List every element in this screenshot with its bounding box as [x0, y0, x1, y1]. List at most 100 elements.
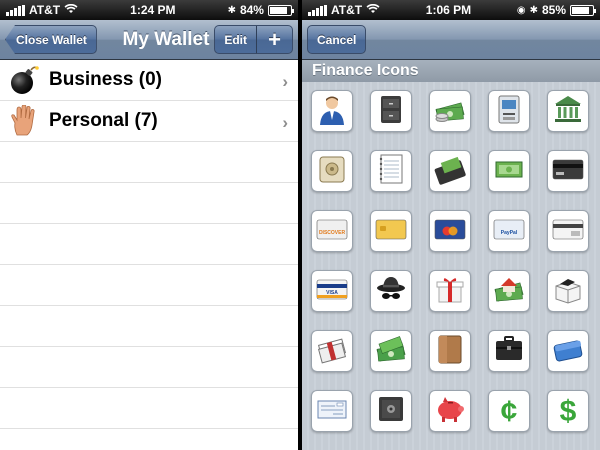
cash-bill-icon [492, 152, 526, 191]
clock: 1:06 PM [425, 3, 472, 17]
icon-tile[interactable]: PayPal [488, 210, 530, 252]
empty-row [0, 142, 298, 183]
briefcase-icon [492, 332, 526, 371]
icon-tile[interactable] [370, 390, 412, 432]
spy-hat-icon [374, 272, 408, 311]
businessman-icon [315, 92, 349, 131]
icon-tile[interactable] [547, 330, 589, 372]
credit-card-dark-icon [551, 152, 585, 191]
icon-tile[interactable] [488, 90, 530, 132]
svg-text:¢: ¢ [501, 395, 518, 426]
strongbox-icon [374, 392, 408, 431]
icon-tile[interactable] [429, 150, 471, 192]
blue-wallet-icon [551, 332, 585, 371]
icon-tile[interactable] [488, 270, 530, 312]
piggy-bank-icon [433, 392, 467, 431]
status-bar: AT&T 1:24 PM ✱ 84% [0, 0, 298, 20]
bank-icon [551, 92, 585, 131]
empty-row [0, 224, 298, 265]
open-box-icon [551, 272, 585, 311]
visa-card-icon: VISA [315, 272, 349, 311]
icon-tile[interactable] [488, 150, 530, 192]
icon-tile[interactable] [547, 150, 589, 192]
close-wallet-button[interactable]: Close Wallet [5, 25, 97, 54]
finance-icons-screen: AT&T 1:06 PM ◉ ✱ 85% Cancel Finance Icon… [302, 0, 600, 450]
gift-box-icon [433, 272, 467, 311]
cash-bundle-icon [315, 332, 349, 371]
category-list: Business (0) › Personal (7) › [0, 60, 298, 450]
empty-row [0, 388, 298, 429]
empty-row [0, 265, 298, 306]
svg-text:$: $ [560, 395, 577, 426]
list-item-label: Business (0) [49, 69, 162, 90]
icon-tile[interactable]: VISA [311, 270, 353, 312]
icon-tile[interactable] [429, 210, 471, 252]
icon-tile[interactable] [547, 90, 589, 132]
icon-tile[interactable] [429, 270, 471, 312]
add-button[interactable]: + [257, 25, 293, 54]
wifi-icon [366, 3, 380, 17]
list-item-personal[interactable]: Personal (7) › [0, 101, 298, 142]
carrier-label: AT&T [29, 3, 61, 17]
dollar-sign-icon: $ [551, 392, 585, 431]
icon-tile[interactable] [370, 210, 412, 252]
icon-tile[interactable]: $ [547, 390, 589, 432]
icon-tile[interactable] [429, 390, 471, 432]
cancel-button[interactable]: Cancel [307, 25, 367, 54]
money-coins-icon [433, 92, 467, 131]
carrier-label: AT&T [331, 3, 363, 17]
icon-tile[interactable] [429, 90, 471, 132]
card-reader-icon [551, 212, 585, 251]
icon-tile[interactable] [547, 210, 589, 252]
alarm-icon: ◉ [516, 4, 526, 16]
house-money-icon [492, 272, 526, 311]
wifi-icon [64, 3, 78, 17]
icon-tile[interactable] [370, 90, 412, 132]
safe-cabinet-icon [374, 92, 408, 131]
section-header: Finance Icons [302, 60, 600, 82]
icon-tile[interactable]: DISCOVER [311, 210, 353, 252]
check-icon [315, 392, 349, 431]
edit-add-segment: Edit + [214, 25, 293, 54]
ledger-icon [374, 152, 408, 191]
status-bar: AT&T 1:06 PM ◉ ✱ 85% [302, 0, 600, 20]
chevron-right-icon: › [282, 113, 288, 132]
vault-icon [315, 152, 349, 191]
chevron-right-icon: › [282, 72, 288, 91]
edit-button[interactable]: Edit [214, 25, 257, 54]
paypal-card-icon: PayPal [492, 212, 526, 251]
icon-tile[interactable]: ¢ [488, 390, 530, 432]
wallet-card-icon [433, 152, 467, 191]
icon-tile[interactable] [311, 390, 353, 432]
battery-icon [267, 4, 294, 16]
battery-percent: 84% [239, 3, 264, 17]
icon-tile[interactable] [547, 270, 589, 312]
icon-tile[interactable] [370, 150, 412, 192]
icon-tile[interactable] [370, 330, 412, 372]
icon-tile[interactable] [311, 150, 353, 192]
icon-tile[interactable] [311, 330, 353, 372]
list-item-business[interactable]: Business (0) › [0, 60, 298, 101]
hand-icon [8, 105, 40, 137]
svg-text:DISCOVER: DISCOVER [319, 230, 346, 236]
bluetooth-icon: ✱ [529, 4, 538, 16]
navigation-bar: Cancel [302, 20, 600, 60]
empty-row [0, 347, 298, 388]
icon-tile[interactable] [429, 330, 471, 372]
empty-row [0, 183, 298, 224]
svg-text:PayPal: PayPal [501, 230, 518, 236]
money-stack-icon [374, 332, 408, 371]
battery-icon [570, 4, 596, 16]
icon-grid: DISCOVER PayPal VISA ¢ $ [311, 90, 589, 432]
clock: 1:24 PM [130, 3, 176, 17]
mastercard-icon [433, 212, 467, 251]
empty-row [0, 429, 298, 450]
icon-tile[interactable] [311, 90, 353, 132]
my-wallet-screen: AT&T 1:24 PM ✱ 84% Close Wallet My Walle… [0, 0, 298, 450]
icon-tile[interactable] [370, 270, 412, 312]
icon-picker: DISCOVER PayPal VISA ¢ $ [302, 82, 600, 450]
signal-icon [6, 4, 25, 16]
icon-tile[interactable] [488, 330, 530, 372]
signal-icon [308, 4, 327, 16]
battery-percent: 85% [541, 3, 566, 17]
